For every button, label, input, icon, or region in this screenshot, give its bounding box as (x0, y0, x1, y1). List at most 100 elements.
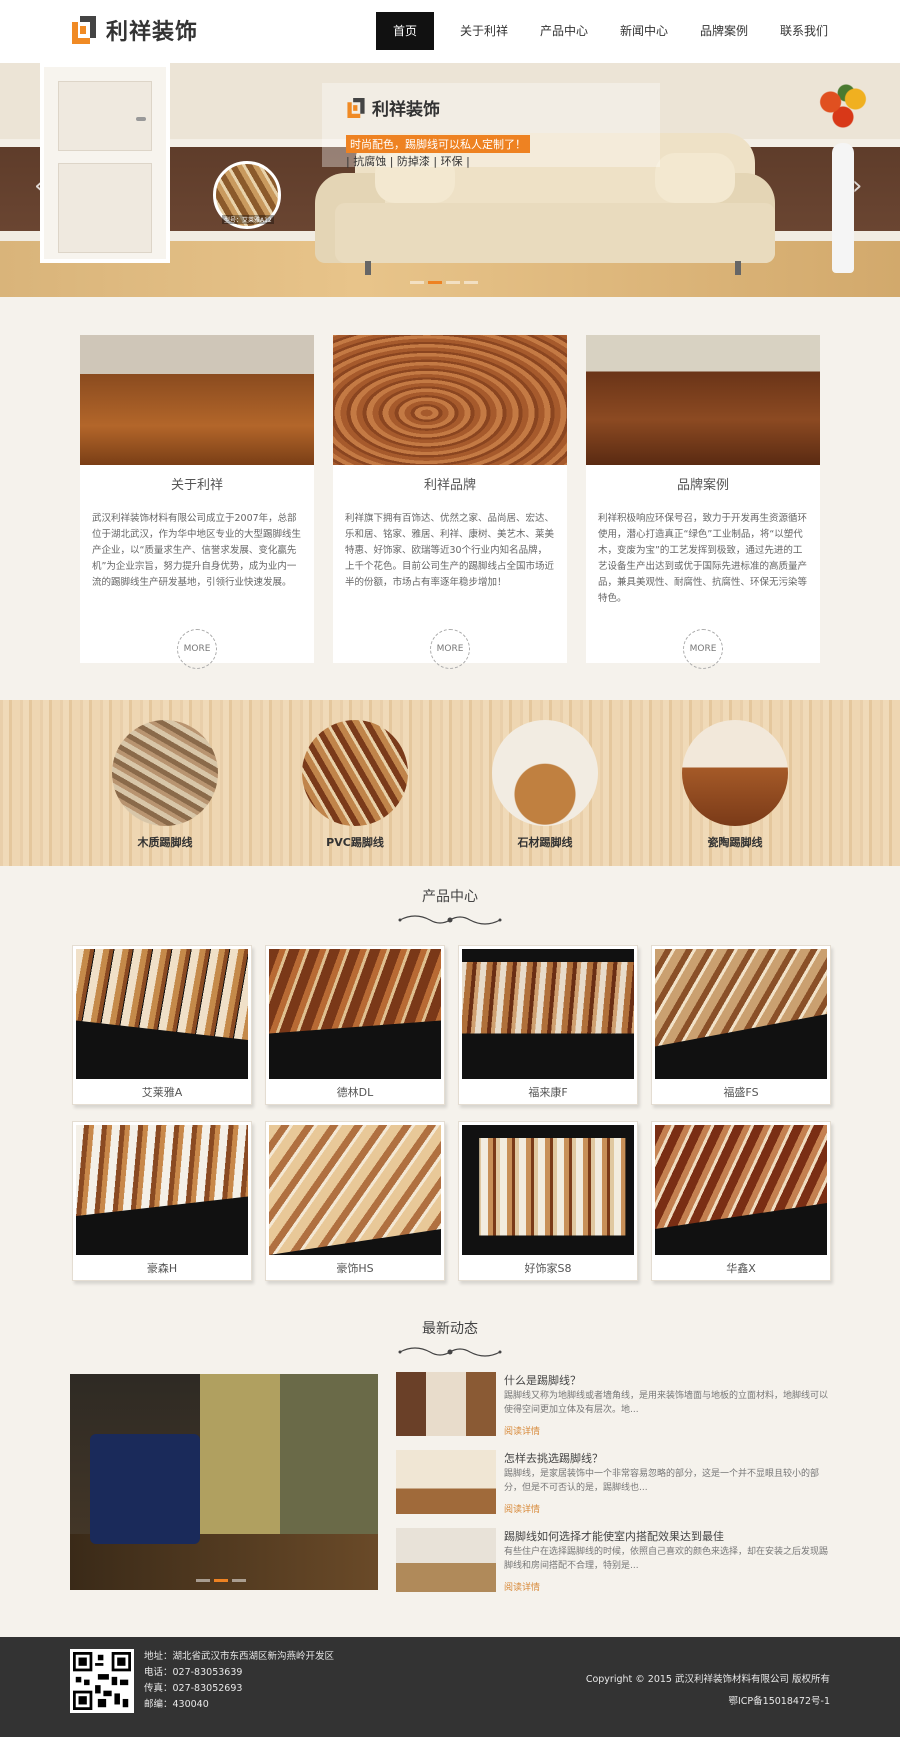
footer-postcode: 邮编：430040 (144, 1699, 209, 1710)
site-header: 利祥装饰 首页 关于利祥 产品中心 新闻中心 品牌案例 联系我们 (0, 0, 900, 63)
card-text: 利祥积极响应环保号召，致力于开发再生资源循环使用，潜心打造真正“绿色”工业制品，… (598, 513, 808, 604)
nav-item-products[interactable]: 产品中心 (524, 12, 604, 50)
carousel-dot[interactable] (464, 281, 478, 284)
category-wood[interactable]: 木质踢脚线 (110, 720, 220, 850)
chair-image (90, 1434, 200, 1544)
category-image (112, 720, 218, 826)
news-item[interactable]: 怎样去挑选踢脚线？ 踢脚线，是家居装饰中一个非常容易忽略的部分，这是一个并不显眼… (396, 1450, 836, 1518)
products-section: 产品中心 艾莱雅A 德林DL 福来康F 福盛FS 豪森H 豪饰HS 好饰家S8 … (0, 866, 900, 1304)
footer-phone: 电话：027-83053639 (144, 1667, 243, 1678)
product-image (76, 1125, 248, 1255)
carousel-dot-active[interactable] (428, 281, 442, 284)
banner-tagline: 时尚配色，踢脚线可以私人定制了！ (346, 135, 530, 153)
nav-item-news[interactable]: 新闻中心 (604, 12, 684, 50)
news-section: 最新动态 什么是踢脚线？ 踢脚线又称为地脚线或者墙角线，是用来装饰墙面与地板的立… (0, 1304, 900, 1644)
nav-item-home[interactable]: 首页 (376, 12, 434, 50)
category-label: 木质踢脚线 (137, 836, 193, 849)
product-name: 福盛FS (723, 1086, 759, 1099)
product-card[interactable]: 福盛FS (651, 945, 831, 1105)
flowers-image (812, 78, 874, 138)
hero-banner: 利祥装饰 时尚配色，踢脚线可以私人定制了！ | 抗腐蚀 | 防掉漆 | 环保 |… (0, 63, 900, 297)
card-title: 利祥品牌 (423, 478, 476, 493)
read-more-link[interactable]: 阅读详情 (504, 1424, 540, 1437)
brand-logo[interactable]: 利祥装饰 (70, 14, 198, 46)
product-image (269, 1125, 441, 1255)
news-thumb (396, 1528, 496, 1592)
category-pvc[interactable]: PVC踢脚线 (300, 720, 410, 850)
card-image (586, 335, 820, 465)
news-desc: 踢脚线，是家居装饰中一个非常容易忽略的部分，这是一个并不显眼且较小的部分，但是不… (504, 1469, 820, 1493)
product-image (462, 949, 634, 1079)
news-thumb (396, 1450, 496, 1514)
carousel-dot[interactable] (446, 281, 460, 284)
news-desc: 有些住户在选择踢脚线的时候，依照自己喜欢的颜色来选择，却在安装之后发现踢脚线和房… (504, 1547, 829, 1571)
footer-icp[interactable]: 鄂ICP备15018472号-1 (729, 1693, 831, 1707)
category-band: 木质踢脚线 PVC踢脚线 石材踢脚线 瓷陶踢脚线 (0, 700, 900, 866)
main-nav: 首页 关于利祥 产品中心 新闻中心 品牌案例 联系我们 (376, 12, 844, 50)
banner-logo: 利祥装饰 (346, 95, 440, 120)
ornament-divider-icon (398, 1347, 502, 1357)
category-label: 瓷陶踢脚线 (707, 836, 763, 849)
product-card[interactable]: 豪饰HS (265, 1121, 445, 1281)
intro-card-cases: 品牌案例 利祥积极响应环保号召，致力于开发再生资源循环使用，潜心打造真正“绿色”… (586, 335, 820, 669)
category-label: 石材踢脚线 (517, 836, 573, 849)
product-card[interactable]: 好饰家S8 (458, 1121, 638, 1281)
product-card[interactable]: 豪森H (72, 1121, 252, 1281)
news-title[interactable]: 踢脚线如何选择才能使室内搭配效果达到最佳 (504, 1528, 724, 1544)
product-card[interactable]: 艾莱雅A (72, 945, 252, 1105)
product-sample-caption: 型号：艾莱雅A12 (222, 215, 274, 224)
nav-item-about[interactable]: 关于利祥 (444, 12, 524, 50)
product-name: 豪饰HS (336, 1262, 374, 1275)
intro-card-about: 关于利祥 武汉利祥装饰材料有限公司成立于2007年，总部位于湖北武汉，作为华中地… (80, 335, 314, 669)
more-button[interactable]: MORE (177, 629, 217, 669)
product-image (76, 949, 248, 1079)
news-item[interactable]: 踢脚线如何选择才能使室内搭配效果达到最佳 有些住户在选择踢脚线的时候，依照自己喜… (396, 1528, 836, 1596)
logo-mark-icon (347, 97, 365, 118)
category-ceramic[interactable]: 瓷陶踢脚线 (680, 720, 790, 850)
product-card[interactable]: 福来康F (458, 945, 638, 1105)
news-item[interactable]: 什么是踢脚线？ 踢脚线又称为地脚线或者墙角线，是用来装饰墙面与地板的立面材料，地… (396, 1372, 836, 1440)
carousel-next-arrow-icon[interactable]: › (852, 171, 862, 201)
product-name: 福来康F (528, 1086, 568, 1099)
qr-code-icon (70, 1649, 134, 1713)
intro-section: 关于利祥 武汉利祥装饰材料有限公司成立于2007年，总部位于湖北武汉，作为华中地… (0, 297, 900, 700)
category-image (302, 720, 408, 826)
category-image (492, 720, 598, 826)
news-title[interactable]: 什么是踢脚线？ (504, 1372, 581, 1388)
banner-promo-card: 利祥装饰 时尚配色，踢脚线可以私人定制了！ | 抗腐蚀 | 防掉漆 | 环保 | (322, 83, 660, 168)
product-name: 好饰家S8 (524, 1262, 572, 1275)
product-card[interactable]: 德林DL (265, 945, 445, 1105)
carousel-dot[interactable] (410, 281, 424, 284)
card-image (333, 335, 567, 465)
ornament-divider-icon (398, 915, 502, 925)
section-title: 最新动态 (422, 1321, 478, 1337)
read-more-link[interactable]: 阅读详情 (504, 1580, 540, 1593)
site-footer: 地址：湖北省武汉市东西湖区新沟燕岭开发区 电话：027-83053639 传真：… (0, 1637, 900, 1737)
product-name: 艾莱雅A (141, 1086, 183, 1099)
news-thumb (396, 1372, 496, 1436)
product-name: 华鑫X (726, 1262, 756, 1275)
more-button[interactable]: MORE (683, 629, 723, 669)
product-image (462, 1125, 634, 1255)
product-name: 豪森H (146, 1262, 178, 1275)
nav-item-cases[interactable]: 品牌案例 (684, 12, 764, 50)
carousel-prev-arrow-icon[interactable]: ‹ (34, 171, 44, 201)
news-title[interactable]: 怎样去挑选踢脚线？ (504, 1450, 603, 1466)
nav-item-contact[interactable]: 联系我们 (764, 12, 844, 50)
product-image (655, 1125, 827, 1255)
product-image (655, 949, 827, 1079)
carousel-dots (196, 1579, 246, 1582)
carousel-dots (410, 281, 478, 284)
intro-card-brand: 利祥品牌 利祥旗下拥有百饰达、优然之家、品尚居、宏达、乐和居、铭家、雅居、利祥、… (333, 335, 567, 669)
category-stone[interactable]: 石材踢脚线 (490, 720, 600, 850)
door-image (40, 63, 170, 263)
more-button[interactable]: MORE (430, 629, 470, 669)
product-image (269, 949, 441, 1079)
brand-name: 利祥装饰 (106, 20, 199, 45)
read-more-link[interactable]: 阅读详情 (504, 1502, 540, 1515)
card-text: 武汉利祥装饰材料有限公司成立于2007年，总部位于湖北武汉，作为华中地区专业的大… (92, 513, 302, 588)
news-featured-image[interactable] (70, 1374, 378, 1590)
product-card[interactable]: 华鑫X (651, 1121, 831, 1281)
logo-mark-icon (72, 16, 96, 44)
category-image (682, 720, 788, 826)
